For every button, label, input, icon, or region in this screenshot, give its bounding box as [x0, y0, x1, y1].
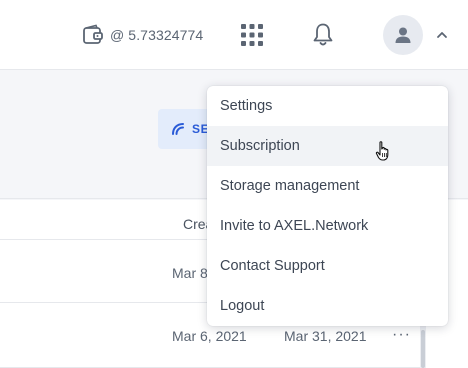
notifications-button[interactable]	[311, 22, 335, 48]
cell-created: Mar 6, 2021	[172, 328, 247, 344]
avatar[interactable]	[383, 15, 423, 55]
menu-item-label: Storage management	[220, 178, 360, 194]
cell-created: Mar 8	[172, 265, 208, 281]
menu-item-invite[interactable]: Invite to AXEL.Network	[207, 206, 448, 246]
menu-item-storage-management[interactable]: Storage management	[207, 166, 448, 206]
menu-item-logout[interactable]: Logout	[207, 286, 448, 326]
menu-item-label: Contact Support	[220, 258, 325, 274]
row-more-button[interactable]: ···	[392, 326, 411, 344]
apps-button[interactable]	[240, 23, 264, 47]
user-dropdown-menu: Settings Subscription Storage management…	[207, 86, 448, 326]
menu-item-label: Settings	[220, 98, 273, 114]
wallet-balance-text: @ 5.73324774	[110, 27, 204, 43]
cell-modified: Mar 31, 2021	[284, 328, 367, 344]
menu-item-label: Logout	[220, 298, 265, 314]
apps-grid-icon	[241, 24, 263, 46]
secure-icon	[172, 123, 184, 135]
top-header: @ 5.73324774	[0, 0, 468, 70]
wallet-balance-button[interactable]: @ 5.73324774	[82, 23, 203, 47]
wallet-icon	[83, 24, 103, 44]
bell-icon	[313, 23, 333, 46]
menu-item-contact-support[interactable]: Contact Support	[207, 246, 448, 286]
menu-item-label: Subscription	[220, 138, 300, 154]
menu-item-label: Invite to AXEL.Network	[220, 218, 369, 234]
scrollbar-thumb[interactable]	[421, 330, 425, 368]
user-icon	[395, 27, 411, 43]
chevron-up-icon[interactable]	[434, 28, 450, 42]
menu-item-settings[interactable]: Settings	[207, 86, 448, 126]
menu-item-subscription[interactable]: Subscription	[207, 126, 448, 166]
